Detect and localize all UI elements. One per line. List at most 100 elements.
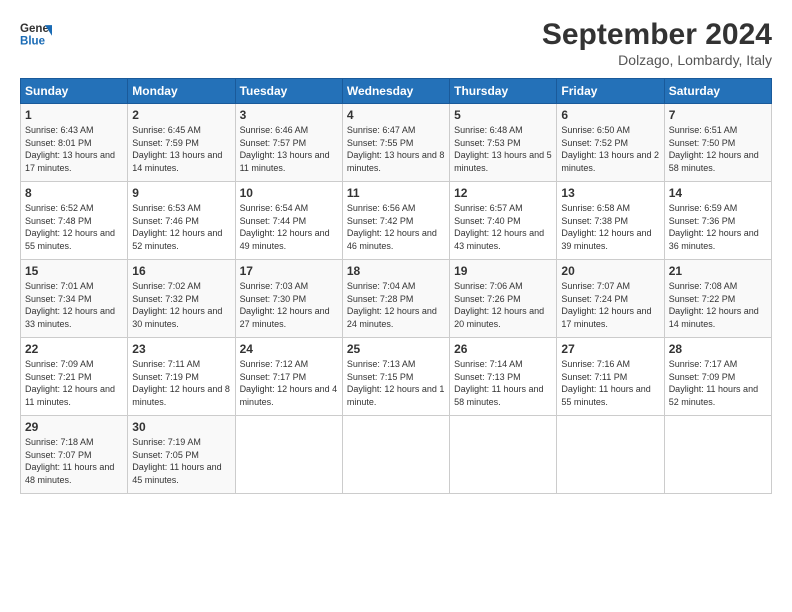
day-number: 12 (454, 186, 552, 200)
week-row-5: 29Sunrise: 7:18 AMSunset: 7:07 PMDayligh… (21, 416, 772, 494)
day-number: 27 (561, 342, 659, 356)
day-info: Sunrise: 7:14 AMSunset: 7:13 PMDaylight:… (454, 359, 543, 407)
day-info: Sunrise: 7:04 AMSunset: 7:28 PMDaylight:… (347, 281, 437, 329)
day-number: 14 (669, 186, 767, 200)
title-block: September 2024 Dolzago, Lombardy, Italy (542, 18, 772, 68)
logo-icon: General Blue (20, 18, 52, 50)
col-header-wednesday: Wednesday (342, 79, 449, 104)
day-cell: 21Sunrise: 7:08 AMSunset: 7:22 PMDayligh… (664, 260, 771, 338)
day-cell: 25 Sunrise: 7:13 AMSunset: 7:15 PMDayligh… (342, 338, 449, 416)
day-info: Sunrise: 7:07 AMSunset: 7:24 PMDaylight:… (561, 281, 651, 329)
day-number: 28 (669, 342, 767, 356)
week-row-1: 1 Sunrise: 6:43 AMSunset: 8:01 PMDaylight… (21, 104, 772, 182)
location: Dolzago, Lombardy, Italy (542, 52, 772, 68)
day-number: 11 (347, 186, 445, 200)
day-cell: 7 Sunrise: 6:51 AMSunset: 7:50 PMDaylight… (664, 104, 771, 182)
day-cell (557, 416, 664, 494)
day-number: 17 (240, 264, 338, 278)
calendar-table: SundayMondayTuesdayWednesdayThursdayFrid… (20, 78, 772, 494)
day-info: Sunrise: 6:57 AMSunset: 7:40 PMDaylight:… (454, 203, 544, 251)
svg-text:General: General (20, 23, 52, 35)
day-cell: 17 Sunrise: 7:03 AMSunset: 7:30 PMDayligh… (235, 260, 342, 338)
day-number: 25 (347, 342, 445, 356)
day-number: 24 (240, 342, 338, 356)
day-info: Sunrise: 7:09 AMSunset: 7:21 PMDaylight:… (25, 359, 115, 407)
day-cell: 24 Sunrise: 7:12 AMSunset: 7:17 PMDayligh… (235, 338, 342, 416)
header: General Blue September 2024 Dolzago, Lom… (20, 18, 772, 68)
day-number: 5 (454, 108, 552, 122)
day-cell: 29Sunrise: 7:18 AMSunset: 7:07 PMDayligh… (21, 416, 128, 494)
logo: General Blue (20, 18, 52, 50)
day-number: 22 (25, 342, 123, 356)
day-cell: 20 Sunrise: 7:07 AMSunset: 7:24 PMDayligh… (557, 260, 664, 338)
day-number: 20 (561, 264, 659, 278)
calendar-header-row: SundayMondayTuesdayWednesdayThursdayFrid… (21, 79, 772, 104)
day-number: 26 (454, 342, 552, 356)
day-cell: 1 Sunrise: 6:43 AMSunset: 8:01 PMDaylight… (21, 104, 128, 182)
day-cell: 11 Sunrise: 6:56 AMSunset: 7:42 PMDayligh… (342, 182, 449, 260)
day-cell (342, 416, 449, 494)
week-row-3: 15Sunrise: 7:01 AMSunset: 7:34 PMDayligh… (21, 260, 772, 338)
day-number: 10 (240, 186, 338, 200)
col-header-monday: Monday (128, 79, 235, 104)
day-info: Sunrise: 7:11 AMSunset: 7:19 PMDaylight:… (132, 359, 230, 407)
day-number: 30 (132, 420, 230, 434)
day-info: Sunrise: 6:45 AMSunset: 7:59 PMDaylight:… (132, 125, 222, 173)
day-info: Sunrise: 6:48 AMSunset: 7:53 PMDaylight:… (454, 125, 552, 173)
day-number: 6 (561, 108, 659, 122)
day-cell: 28 Sunrise: 7:17 AMSunset: 7:09 PMDayligh… (664, 338, 771, 416)
day-number: 16 (132, 264, 230, 278)
calendar-page: General Blue September 2024 Dolzago, Lom… (0, 0, 792, 612)
day-info: Sunrise: 6:43 AMSunset: 8:01 PMDaylight:… (25, 125, 115, 173)
day-info: Sunrise: 7:12 AMSunset: 7:17 PMDaylight:… (240, 359, 338, 407)
col-header-sunday: Sunday (21, 79, 128, 104)
day-cell: 26 Sunrise: 7:14 AMSunset: 7:13 PMDayligh… (450, 338, 557, 416)
day-number: 4 (347, 108, 445, 122)
day-number: 1 (25, 108, 123, 122)
day-cell: 2Sunrise: 6:45 AMSunset: 7:59 PMDaylight… (128, 104, 235, 182)
day-cell: 13Sunrise: 6:58 AMSunset: 7:38 PMDayligh… (557, 182, 664, 260)
day-number: 18 (347, 264, 445, 278)
day-cell: 23Sunrise: 7:11 AMSunset: 7:19 PMDayligh… (128, 338, 235, 416)
day-cell: 18 Sunrise: 7:04 AMSunset: 7:28 PMDayligh… (342, 260, 449, 338)
day-number: 13 (561, 186, 659, 200)
day-info: Sunrise: 7:17 AMSunset: 7:09 PMDaylight:… (669, 359, 758, 407)
day-cell (450, 416, 557, 494)
day-number: 7 (669, 108, 767, 122)
col-header-thursday: Thursday (450, 79, 557, 104)
day-cell: 6 Sunrise: 6:50 AMSunset: 7:52 PMDaylight… (557, 104, 664, 182)
col-header-saturday: Saturday (664, 79, 771, 104)
day-number: 9 (132, 186, 230, 200)
day-cell: 14 Sunrise: 6:59 AMSunset: 7:36 PMDayligh… (664, 182, 771, 260)
day-cell: 30 Sunrise: 7:19 AMSunset: 7:05 PMDayligh… (128, 416, 235, 494)
day-info: Sunrise: 7:03 AMSunset: 7:30 PMDaylight:… (240, 281, 330, 329)
day-cell: 19Sunrise: 7:06 AMSunset: 7:26 PMDayligh… (450, 260, 557, 338)
day-cell: 22 Sunrise: 7:09 AMSunset: 7:21 PMDayligh… (21, 338, 128, 416)
day-cell: 12 Sunrise: 6:57 AMSunset: 7:40 PMDayligh… (450, 182, 557, 260)
day-cell (664, 416, 771, 494)
day-cell: 15Sunrise: 7:01 AMSunset: 7:34 PMDayligh… (21, 260, 128, 338)
day-info: Sunrise: 6:52 AMSunset: 7:48 PMDaylight:… (25, 203, 115, 251)
month-year: September 2024 (542, 18, 772, 52)
svg-text:Blue: Blue (20, 36, 46, 48)
day-info: Sunrise: 6:54 AMSunset: 7:44 PMDaylight:… (240, 203, 330, 251)
day-cell: 4Sunrise: 6:47 AMSunset: 7:55 PMDaylight… (342, 104, 449, 182)
day-info: Sunrise: 7:13 AMSunset: 7:15 PMDaylight:… (347, 359, 445, 407)
day-info: Sunrise: 7:02 AMSunset: 7:32 PMDaylight:… (132, 281, 222, 329)
day-cell: 10 Sunrise: 6:54 AMSunset: 7:44 PMDayligh… (235, 182, 342, 260)
day-info: Sunrise: 6:59 AMSunset: 7:36 PMDaylight:… (669, 203, 759, 251)
day-info: Sunrise: 6:51 AMSunset: 7:50 PMDaylight:… (669, 125, 759, 173)
day-info: Sunrise: 7:16 AMSunset: 7:11 PMDaylight:… (561, 359, 650, 407)
day-info: Sunrise: 6:46 AMSunset: 7:57 PMDaylight:… (240, 125, 330, 173)
day-number: 8 (25, 186, 123, 200)
day-cell: 27 Sunrise: 7:16 AMSunset: 7:11 PMDayligh… (557, 338, 664, 416)
day-info: Sunrise: 7:19 AMSunset: 7:05 PMDaylight:… (132, 437, 221, 485)
day-cell: 8 Sunrise: 6:52 AMSunset: 7:48 PMDaylight… (21, 182, 128, 260)
week-row-2: 8 Sunrise: 6:52 AMSunset: 7:48 PMDaylight… (21, 182, 772, 260)
day-number: 29 (25, 420, 123, 434)
day-info: Sunrise: 6:50 AMSunset: 7:52 PMDaylight:… (561, 125, 659, 173)
day-info: Sunrise: 6:56 AMSunset: 7:42 PMDaylight:… (347, 203, 437, 251)
calendar-body: 1 Sunrise: 6:43 AMSunset: 8:01 PMDaylight… (21, 104, 772, 494)
day-info: Sunrise: 7:01 AMSunset: 7:34 PMDaylight:… (25, 281, 115, 329)
day-cell: 9Sunrise: 6:53 AMSunset: 7:46 PMDaylight… (128, 182, 235, 260)
